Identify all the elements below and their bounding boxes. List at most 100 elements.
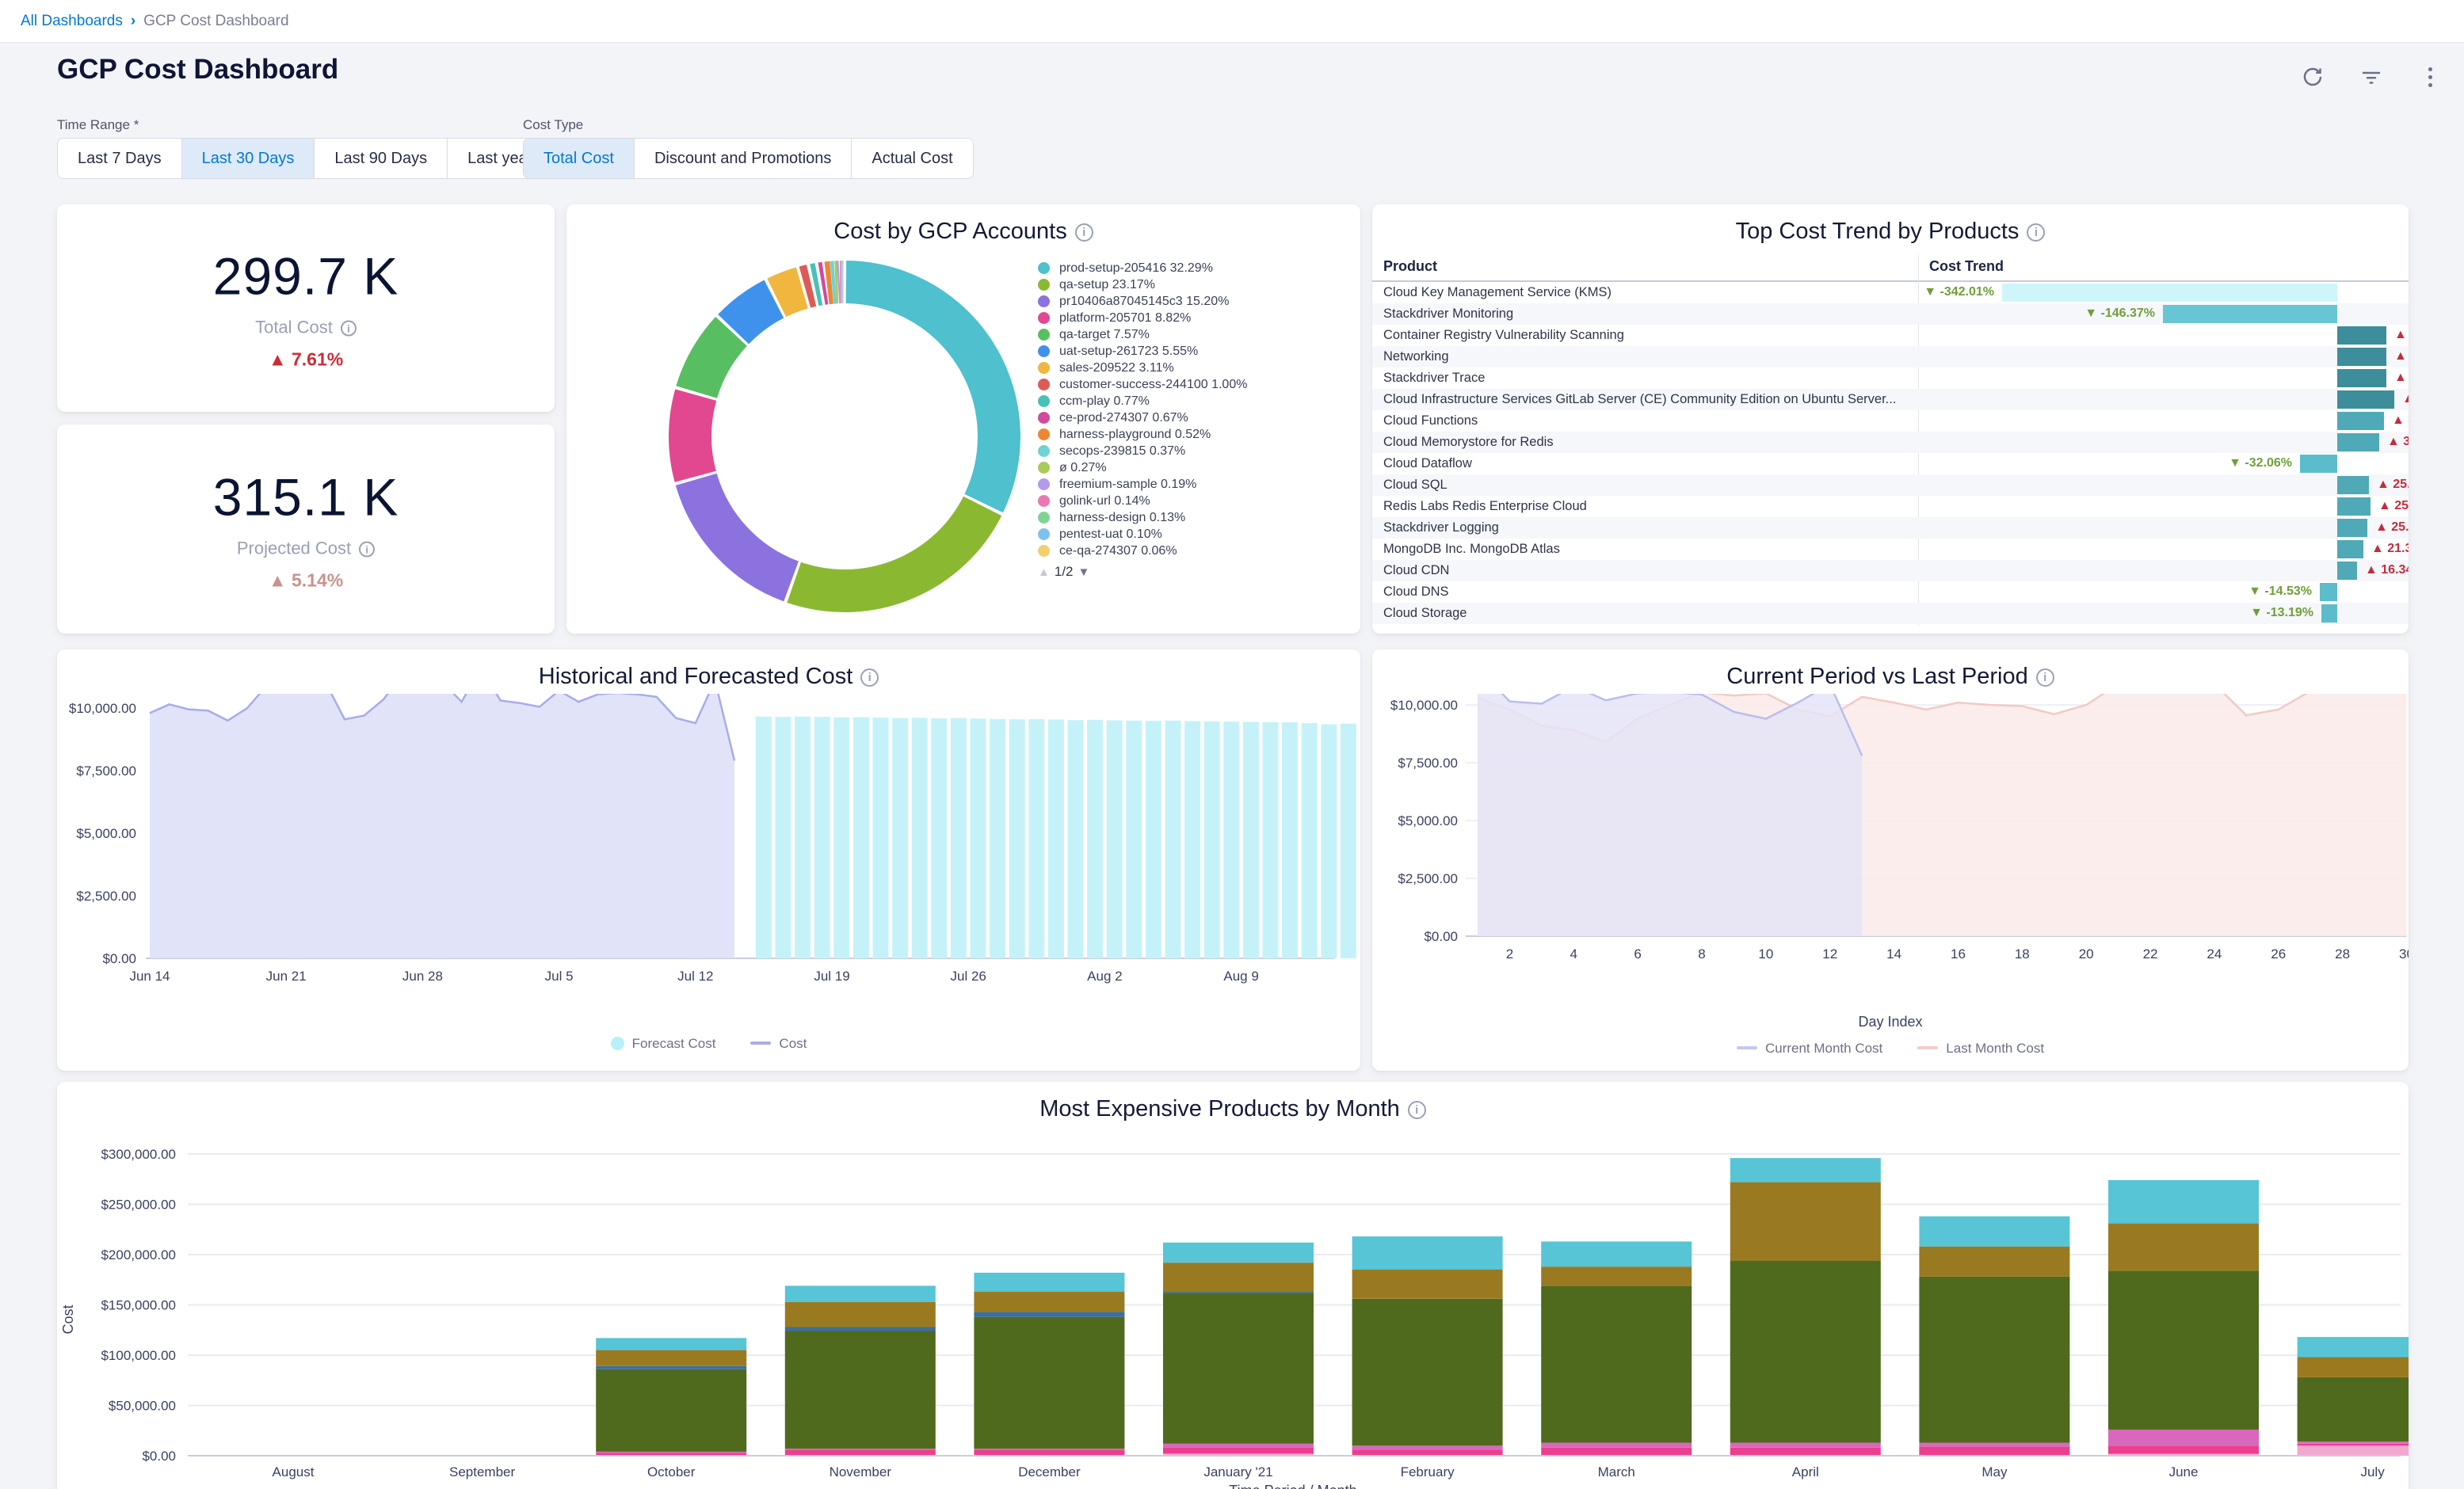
page-down-icon[interactable]: ▼ [1078, 566, 1090, 579]
stacked-bar-segment[interactable] [1163, 1262, 1314, 1292]
info-icon[interactable]: i [2027, 223, 2045, 242]
stacked-bar-segment[interactable] [1352, 1299, 1503, 1445]
table-row[interactable]: Stackdriver Trace▲ 100.00% [1372, 367, 2409, 389]
table-row[interactable]: Container Registry Vulnerability Scannin… [1372, 325, 2409, 346]
donut-segment[interactable] [734, 299, 774, 329]
forecast-bar[interactable] [971, 718, 986, 958]
donut-legend-item[interactable]: harness-design 0.13% [1038, 509, 1348, 526]
stacked-bar-segment[interactable] [1163, 1243, 1314, 1262]
stacked-bar-segment[interactable] [785, 1331, 936, 1449]
cost-type-option[interactable]: Total Cost [524, 139, 635, 178]
legend-item-cost[interactable]: Cost [750, 1036, 807, 1052]
table-row[interactable]: Cloud Functions▲ 38.41% [1372, 410, 2409, 432]
stacked-bar-segment[interactable] [596, 1338, 746, 1350]
forecast-bar[interactable] [912, 718, 928, 958]
forecast-bar[interactable] [990, 719, 1005, 958]
stacked-bar-segment[interactable] [1541, 1443, 1692, 1448]
legend-item-forecast[interactable]: Forecast Cost [611, 1036, 716, 1052]
time-range-option[interactable]: Last 90 Days [315, 139, 448, 178]
table-row[interactable]: Redis Labs Redis Enterprise Cloud▲ 25.38… [1372, 496, 2409, 517]
forecast-bar[interactable] [1204, 722, 1220, 958]
stacked-bar-segment[interactable] [1730, 1182, 1881, 1261]
breadcrumb-all-dashboards[interactable]: All Dashboards [21, 13, 123, 30]
donut-segment[interactable] [827, 283, 832, 284]
table-row[interactable]: Cloud Storage▼ -13.19% [1372, 603, 2409, 624]
stacked-bar-segment[interactable] [1919, 1247, 2069, 1277]
column-header-product[interactable]: Product [1383, 258, 1437, 275]
forecast-bar[interactable] [873, 718, 889, 958]
monthly-products-chart[interactable]: $0.00$50,000.00$100,000.00$150,000.00$20… [57, 1122, 2409, 1489]
stacked-bar-segment[interactable] [785, 1285, 936, 1301]
refresh-icon[interactable] [2299, 63, 2326, 90]
stacked-bar-segment[interactable] [1919, 1277, 2069, 1443]
forecast-bar[interactable] [814, 717, 830, 958]
column-header-cost-trend[interactable]: Cost Trend [1929, 258, 2004, 275]
stacked-bar-segment[interactable] [1163, 1292, 1314, 1293]
donut-legend-item[interactable]: freemium-sample 0.19% [1038, 476, 1348, 493]
stacked-bar-segment[interactable] [1541, 1242, 1692, 1267]
forecast-bar[interactable] [1068, 720, 1084, 958]
table-row[interactable]: Stackdriver Logging▲ 25.27% [1372, 517, 2409, 539]
donut-legend-item[interactable]: customer-success-244100 1.00% [1038, 376, 1348, 393]
donut-legend-item[interactable]: ce-prod-274307 0.67% [1038, 409, 1348, 426]
stacked-bar-segment[interactable] [785, 1327, 936, 1331]
table-row[interactable]: MongoDB Inc. MongoDB Atlas▲ 21.37% [1372, 539, 2409, 560]
stacked-bar-segment[interactable] [2298, 1441, 2409, 1444]
stacked-bar-segment[interactable] [974, 1312, 1124, 1316]
forecast-bar[interactable] [756, 717, 772, 958]
stacked-bar-segment[interactable] [1352, 1445, 1503, 1449]
stacked-bar-segment[interactable] [2298, 1444, 2409, 1446]
table-row[interactable]: Networking▲ 100.00% [1372, 346, 2409, 367]
cost-type-option[interactable]: Actual Cost [852, 139, 972, 178]
forecast-bar[interactable] [1126, 721, 1142, 958]
info-icon[interactable]: i [860, 668, 879, 687]
stacked-bar-segment[interactable] [974, 1273, 1124, 1292]
stacked-bar-segment[interactable] [596, 1452, 746, 1453]
donut-legend-item[interactable]: qa-target 7.57% [1038, 326, 1348, 343]
donut-legend-item[interactable]: prod-setup-205416 32.29% [1038, 260, 1348, 276]
stacked-bar-segment[interactable] [2298, 1445, 2409, 1456]
stacked-bar-segment[interactable] [596, 1350, 746, 1366]
forecast-bar[interactable] [931, 718, 947, 958]
historical-forecast-chart[interactable]: $0.00$2,500.00$5,000.00$7,500.00$10,000.… [57, 694, 1360, 995]
stacked-bar-segment[interactable] [1352, 1270, 1503, 1299]
more-menu-icon[interactable] [2416, 63, 2443, 90]
forecast-bar[interactable] [1009, 719, 1025, 958]
forecast-bar[interactable] [1321, 725, 1337, 959]
donut-segment[interactable] [690, 395, 696, 477]
donut-legend-item[interactable]: pr10406a87045145c3 15.20% [1038, 293, 1348, 310]
donut-segment[interactable] [805, 286, 811, 288]
stacked-bar-segment[interactable] [596, 1366, 746, 1369]
donut-segment[interactable] [794, 506, 982, 591]
stacked-bar-segment[interactable] [2108, 1224, 2259, 1271]
forecast-bar[interactable] [1048, 720, 1064, 959]
forecast-bar[interactable] [1223, 722, 1239, 958]
stacked-bar-segment[interactable] [974, 1292, 1124, 1312]
stacked-bar-segment[interactable] [2298, 1377, 2409, 1441]
donut-segment[interactable] [846, 282, 999, 504]
donut-segment[interactable] [696, 479, 791, 581]
info-icon[interactable]: i [1075, 223, 1093, 242]
donut-legend-item[interactable]: pentest-uat 0.10% [1038, 526, 1348, 543]
forecast-bar[interactable] [1282, 722, 1298, 958]
stacked-bar-segment[interactable] [1730, 1443, 1881, 1448]
info-icon[interactable]: i [359, 542, 375, 558]
forecast-bar[interactable] [795, 717, 811, 958]
stacked-bar-segment[interactable] [1163, 1444, 1314, 1448]
stacked-bar-segment[interactable] [2108, 1180, 2259, 1224]
forecast-bar[interactable] [1302, 723, 1318, 958]
filter-icon[interactable] [2358, 63, 2385, 90]
info-icon[interactable]: i [341, 321, 357, 337]
forecast-bar[interactable] [1184, 721, 1200, 958]
stacked-bar-segment[interactable] [2108, 1445, 2259, 1453]
table-row[interactable]: Cloud Dataflow▼ -32.06% [1372, 453, 2409, 474]
stacked-bar-segment[interactable] [1919, 1447, 2069, 1456]
donut-legend-item[interactable]: harness-playground 0.52% [1038, 426, 1348, 443]
stacked-bar-segment[interactable] [1919, 1443, 2069, 1447]
stacked-bar-segment[interactable] [1163, 1293, 1314, 1444]
donut-legend-item[interactable]: ø 0.27% [1038, 459, 1348, 476]
page-up-icon[interactable]: ▲ [1038, 566, 1050, 579]
forecast-bar[interactable] [1107, 721, 1123, 959]
forecast-bar[interactable] [1263, 722, 1279, 958]
stacked-bar-segment[interactable] [1541, 1285, 1692, 1442]
